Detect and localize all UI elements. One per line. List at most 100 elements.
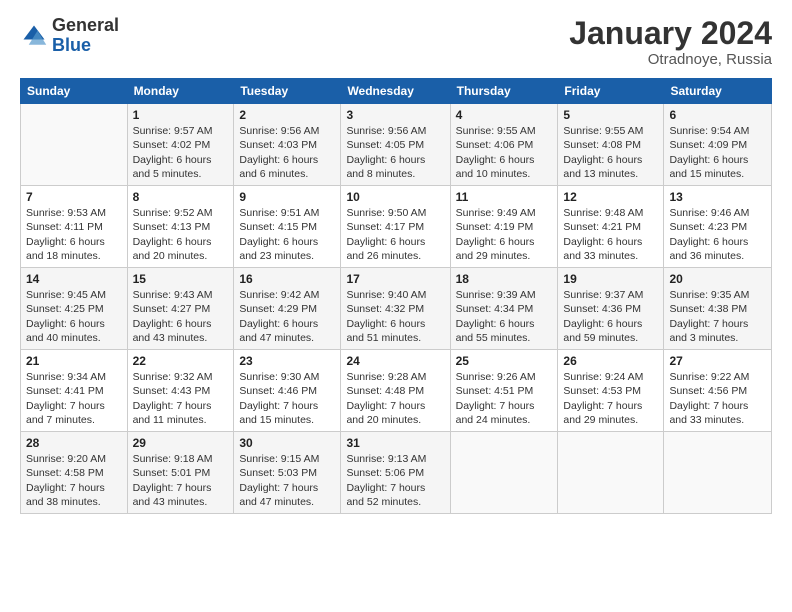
day-cell: 20 Sunrise: 9:35 AMSunset: 4:38 PMDayligh…: [664, 268, 772, 350]
day-info: Sunrise: 9:18 AMSunset: 5:01 PMDaylight:…: [133, 452, 229, 509]
logo: General Blue: [20, 16, 119, 56]
day-number: 26: [563, 354, 658, 368]
day-number: 27: [669, 354, 766, 368]
title-block: January 2024 Otradnoye, Russia: [569, 16, 772, 68]
day-cell: 10Sunrise: 9:50 AMSunset: 4:17 PMDayligh…: [341, 186, 450, 268]
day-number: 24: [346, 354, 444, 368]
calendar-header-row: SundayMondayTuesdayWednesdayThursdayFrid…: [21, 79, 772, 104]
location: Otradnoye, Russia: [569, 51, 772, 68]
day-cell: 1 Sunrise: 9:57 AMSunset: 4:02 PMDaylight…: [127, 104, 234, 186]
day-info: Sunrise: 9:22 AMSunset: 4:56 PMDaylight:…: [669, 370, 766, 427]
day-info: Sunrise: 9:52 AMSunset: 4:13 PMDaylight:…: [133, 206, 229, 263]
day-number: 6: [669, 108, 766, 122]
day-number: 15: [133, 272, 229, 286]
day-cell: [664, 432, 772, 514]
day-info: Sunrise: 9:32 AMSunset: 4:43 PMDaylight:…: [133, 370, 229, 427]
week-row-5: 28 Sunrise: 9:20 AMSunset: 4:58 PMDayligh…: [21, 432, 772, 514]
day-info: Sunrise: 9:48 AMSunset: 4:21 PMDaylight:…: [563, 206, 658, 263]
day-info: Sunrise: 9:51 AMSunset: 4:15 PMDaylight:…: [239, 206, 335, 263]
day-cell: 3 Sunrise: 9:56 AMSunset: 4:05 PMDaylight…: [341, 104, 450, 186]
day-info: Sunrise: 9:15 AMSunset: 5:03 PMDaylight:…: [239, 452, 335, 509]
day-cell: 5Sunrise: 9:55 AMSunset: 4:08 PMDaylight…: [558, 104, 664, 186]
day-cell: 26 Sunrise: 9:24 AMSunset: 4:53 PMDayligh…: [558, 350, 664, 432]
day-number: 13: [669, 190, 766, 204]
day-info: Sunrise: 9:39 AMSunset: 4:34 PMDaylight:…: [456, 288, 553, 345]
day-number: 22: [133, 354, 229, 368]
day-info: Sunrise: 9:56 AMSunset: 4:05 PMDaylight:…: [346, 124, 444, 181]
day-info: Sunrise: 9:54 AMSunset: 4:09 PMDaylight:…: [669, 124, 766, 181]
day-info: Sunrise: 9:37 AMSunset: 4:36 PMDaylight:…: [563, 288, 658, 345]
day-cell: 14Sunrise: 9:45 AMSunset: 4:25 PMDayligh…: [21, 268, 128, 350]
day-number: 30: [239, 436, 335, 450]
day-cell: 25 Sunrise: 9:26 AMSunset: 4:51 PMDayligh…: [450, 350, 558, 432]
day-number: 19: [563, 272, 658, 286]
day-cell: 8 Sunrise: 9:52 AMSunset: 4:13 PMDaylight…: [127, 186, 234, 268]
day-info: Sunrise: 9:30 AMSunset: 4:46 PMDaylight:…: [239, 370, 335, 427]
week-row-1: 1 Sunrise: 9:57 AMSunset: 4:02 PMDaylight…: [21, 104, 772, 186]
day-number: 8: [133, 190, 229, 204]
day-info: Sunrise: 9:42 AMSunset: 4:29 PMDaylight:…: [239, 288, 335, 345]
day-cell: 6 Sunrise: 9:54 AMSunset: 4:09 PMDaylight…: [664, 104, 772, 186]
day-info: Sunrise: 9:13 AMSunset: 5:06 PMDaylight:…: [346, 452, 444, 509]
day-info: Sunrise: 9:56 AMSunset: 4:03 PMDaylight:…: [239, 124, 335, 181]
day-number: 10: [346, 190, 444, 204]
day-cell: 12Sunrise: 9:48 AMSunset: 4:21 PMDayligh…: [558, 186, 664, 268]
day-info: Sunrise: 9:57 AMSunset: 4:02 PMDaylight:…: [133, 124, 229, 181]
day-info: Sunrise: 9:35 AMSunset: 4:38 PMDaylight:…: [669, 288, 766, 345]
day-cell: [450, 432, 558, 514]
day-number: 31: [346, 436, 444, 450]
day-number: 11: [456, 190, 553, 204]
col-header-saturday: Saturday: [664, 79, 772, 104]
day-info: Sunrise: 9:34 AMSunset: 4:41 PMDaylight:…: [26, 370, 122, 427]
day-cell: 21 Sunrise: 9:34 AMSunset: 4:41 PMDayligh…: [21, 350, 128, 432]
day-info: Sunrise: 9:49 AMSunset: 4:19 PMDaylight:…: [456, 206, 553, 263]
col-header-thursday: Thursday: [450, 79, 558, 104]
day-cell: [21, 104, 128, 186]
day-number: 4: [456, 108, 553, 122]
day-cell: 19 Sunrise: 9:37 AMSunset: 4:36 PMDayligh…: [558, 268, 664, 350]
day-cell: 16Sunrise: 9:42 AMSunset: 4:29 PMDayligh…: [234, 268, 341, 350]
day-info: Sunrise: 9:46 AMSunset: 4:23 PMDaylight:…: [669, 206, 766, 263]
calendar-table: SundayMondayTuesdayWednesdayThursdayFrid…: [20, 78, 772, 514]
day-number: 29: [133, 436, 229, 450]
col-header-wednesday: Wednesday: [341, 79, 450, 104]
logo-general-text: General: [52, 15, 119, 35]
day-cell: 28 Sunrise: 9:20 AMSunset: 4:58 PMDayligh…: [21, 432, 128, 514]
day-info: Sunrise: 9:43 AMSunset: 4:27 PMDaylight:…: [133, 288, 229, 345]
day-cell: 27 Sunrise: 9:22 AMSunset: 4:56 PMDayligh…: [664, 350, 772, 432]
day-number: 17: [346, 272, 444, 286]
day-cell: 23 Sunrise: 9:30 AMSunset: 4:46 PMDayligh…: [234, 350, 341, 432]
day-number: 20: [669, 272, 766, 286]
day-cell: 31 Sunrise: 9:13 AMSunset: 5:06 PMDayligh…: [341, 432, 450, 514]
day-cell: 18Sunrise: 9:39 AMSunset: 4:34 PMDayligh…: [450, 268, 558, 350]
day-cell: 4Sunrise: 9:55 AMSunset: 4:06 PMDaylight…: [450, 104, 558, 186]
day-cell: 11 Sunrise: 9:49 AMSunset: 4:19 PMDayligh…: [450, 186, 558, 268]
day-number: 23: [239, 354, 335, 368]
col-header-sunday: Sunday: [21, 79, 128, 104]
day-number: 21: [26, 354, 122, 368]
day-cell: 29 Sunrise: 9:18 AMSunset: 5:01 PMDayligh…: [127, 432, 234, 514]
week-row-4: 21 Sunrise: 9:34 AMSunset: 4:41 PMDayligh…: [21, 350, 772, 432]
day-info: Sunrise: 9:24 AMSunset: 4:53 PMDaylight:…: [563, 370, 658, 427]
day-cell: [558, 432, 664, 514]
day-info: Sunrise: 9:53 AMSunset: 4:11 PMDaylight:…: [26, 206, 122, 263]
day-number: 5: [563, 108, 658, 122]
day-cell: 7Sunrise: 9:53 AMSunset: 4:11 PMDaylight…: [21, 186, 128, 268]
day-cell: 15 Sunrise: 9:43 AMSunset: 4:27 PMDayligh…: [127, 268, 234, 350]
day-info: Sunrise: 9:40 AMSunset: 4:32 PMDaylight:…: [346, 288, 444, 345]
month-title: January 2024: [569, 16, 772, 51]
day-cell: 9Sunrise: 9:51 AMSunset: 4:15 PMDaylight…: [234, 186, 341, 268]
day-info: Sunrise: 9:26 AMSunset: 4:51 PMDaylight:…: [456, 370, 553, 427]
header: General Blue January 2024 Otradnoye, Rus…: [20, 16, 772, 68]
day-info: Sunrise: 9:20 AMSunset: 4:58 PMDaylight:…: [26, 452, 122, 509]
day-info: Sunrise: 9:28 AMSunset: 4:48 PMDaylight:…: [346, 370, 444, 427]
day-cell: 17 Sunrise: 9:40 AMSunset: 4:32 PMDayligh…: [341, 268, 450, 350]
week-row-2: 7Sunrise: 9:53 AMSunset: 4:11 PMDaylight…: [21, 186, 772, 268]
day-number: 1: [133, 108, 229, 122]
col-header-monday: Monday: [127, 79, 234, 104]
day-number: 25: [456, 354, 553, 368]
logo-icon: [20, 22, 48, 50]
day-number: 28: [26, 436, 122, 450]
day-cell: 22 Sunrise: 9:32 AMSunset: 4:43 PMDayligh…: [127, 350, 234, 432]
day-number: 3: [346, 108, 444, 122]
